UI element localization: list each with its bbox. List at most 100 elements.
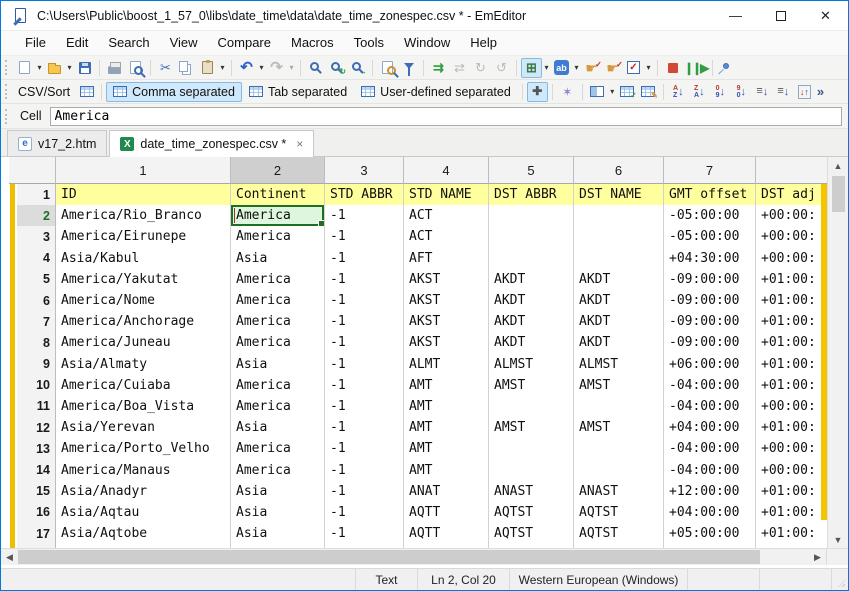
paste-dropdown[interactable]: ▾ <box>218 63 227 72</box>
grid-cell[interactable]: -1 <box>325 354 404 375</box>
grid-cell[interactable] <box>574 205 664 226</box>
toolbar-grip[interactable] <box>5 60 10 75</box>
grid-cell[interactable] <box>574 459 664 480</box>
grid-header-cell[interactable]: ID <box>56 184 231 205</box>
grid-cell[interactable]: AMT <box>404 375 489 396</box>
status-mode[interactable]: Text <box>355 569 417 590</box>
row-number[interactable]: 9 <box>17 354 56 375</box>
grid-cell[interactable]: AMST <box>574 375 664 396</box>
grid-cell[interactable]: Asia <box>231 354 325 375</box>
grid-cell[interactable]: +01:00: <box>756 354 830 375</box>
grid-cell[interactable]: America <box>231 459 325 480</box>
grid-cell[interactable] <box>489 438 574 459</box>
vertical-scrollbar[interactable]: ▲ ▼ <box>827 157 848 548</box>
grid-cell[interactable]: -1 <box>325 544 404 548</box>
column-header-4[interactable]: 4 <box>404 157 489 184</box>
find-next-button[interactable]: → <box>347 58 368 78</box>
scroll-right-arrow[interactable]: ▶ <box>809 549 826 565</box>
row-number[interactable]: 7 <box>17 311 56 332</box>
save-button[interactable] <box>74 58 95 78</box>
menu-window[interactable]: Window <box>394 31 460 55</box>
open-file-dropdown[interactable]: ▾ <box>65 63 74 72</box>
grid-cell[interactable]: -05:00:00 <box>664 226 756 247</box>
cut-button[interactable]: ✂ <box>155 58 176 78</box>
grid-cell[interactable]: ANAT <box>404 481 489 502</box>
vertical-scroll-thumb[interactable] <box>832 176 845 212</box>
grid-cell[interactable]: Asia/Almaty <box>56 354 231 375</box>
grid-cell[interactable]: Asia <box>231 523 325 544</box>
column-header-7[interactable]: 7 <box>664 157 756 184</box>
grid-cell[interactable]: AKDT <box>489 290 574 311</box>
sort-ascending-number-button[interactable]: 09↓ <box>710 82 731 102</box>
column-header-2[interactable]: 2 <box>231 157 325 184</box>
encoding-button[interactable]: ab <box>551 58 572 78</box>
grid-cell[interactable]: AKDT <box>574 311 664 332</box>
grid-corner-cell[interactable] <box>9 157 56 184</box>
grid-cell[interactable]: ACT <box>404 226 489 247</box>
outline-toggle-button[interactable]: ⊞ <box>521 58 542 78</box>
tab-close-icon[interactable]: × <box>296 137 303 151</box>
row-number[interactable]: 10 <box>17 375 56 396</box>
grid-cell[interactable]: America/Nome <box>56 290 231 311</box>
grid-cell[interactable]: -1 <box>325 417 404 438</box>
grid-cell[interactable]: Asia <box>231 417 325 438</box>
column-header-5[interactable]: 5 <box>489 157 574 184</box>
grid-cell[interactable]: +01:00: <box>756 523 830 544</box>
grid-cell[interactable] <box>489 544 574 548</box>
grid-cell[interactable]: +00:00: <box>756 205 830 226</box>
grid-cell[interactable]: America <box>231 332 325 353</box>
grid-cell[interactable]: Asia/Aqtobe <box>56 523 231 544</box>
record-macro-button[interactable]: ☛ <box>581 58 602 78</box>
grid-cell[interactable] <box>574 396 664 417</box>
scroll-left-arrow[interactable]: ◀ <box>1 549 18 565</box>
grid-cell[interactable]: +01:00: <box>756 417 830 438</box>
menu-edit[interactable]: Edit <box>56 31 98 55</box>
row-number[interactable]: 14 <box>17 459 56 480</box>
grid-cell[interactable]: -1 <box>325 248 404 269</box>
grid-header-cell[interactable]: STD NAME <box>404 184 489 205</box>
grid-cell[interactable] <box>574 226 664 247</box>
grid-cell[interactable]: +00:00: <box>756 226 830 247</box>
open-file-button[interactable] <box>44 58 65 78</box>
grid-cell[interactable]: -04:00:00 <box>664 375 756 396</box>
grid-cell[interactable]: AKDT <box>489 311 574 332</box>
user-defined-separated-button[interactable]: User-defined separated <box>354 82 518 102</box>
grid-cell[interactable]: America/Yakutat <box>56 269 231 290</box>
menu-tools[interactable]: Tools <box>344 31 394 55</box>
horizontal-scrollbar[interactable]: ◀ ▶ <box>1 548 848 565</box>
grid-cell[interactable]: +12:00:00 <box>664 481 756 502</box>
grid-cell[interactable]: America <box>231 226 325 247</box>
tab-separated-button[interactable]: Tab separated <box>242 82 354 102</box>
sort-za-button[interactable]: ZA↓ <box>689 82 710 102</box>
manage-columns-dropdown[interactable]: ▾ <box>608 87 617 96</box>
csv-toolbar-grip[interactable] <box>5 84 10 99</box>
row-number[interactable]: 17 <box>17 523 56 544</box>
grid-cell[interactable]: +01:00: <box>756 332 830 353</box>
grid-cell[interactable]: Asia <box>231 502 325 523</box>
grid-cell[interactable] <box>574 248 664 269</box>
copy-button[interactable] <box>176 58 197 78</box>
grid-header-cell[interactable]: GMT offset <box>664 184 756 205</box>
scroll-up-arrow[interactable]: ▲ <box>828 157 848 174</box>
grid-cell[interactable]: America <box>231 438 325 459</box>
grid-cell[interactable]: +00:00: <box>756 396 830 417</box>
grid-header-cell[interactable]: DST ABBR <box>489 184 574 205</box>
grid-cell[interactable]: -1 <box>325 438 404 459</box>
grid-cell[interactable]: America <box>231 311 325 332</box>
grid-cell[interactable]: America/Eirunepe <box>56 226 231 247</box>
cell-bar-grip[interactable] <box>5 109 10 124</box>
grid-cell[interactable]: America/Juneau <box>56 332 231 353</box>
redo-dropdown[interactable]: ▾ <box>287 63 296 72</box>
grid-cell[interactable]: +04:00:00 <box>664 502 756 523</box>
compare-button[interactable]: ⇉ <box>428 58 449 78</box>
tab-v17-2-htm[interactable]: e v17_2.htm <box>7 130 107 156</box>
grid-cell[interactable]: -1 <box>325 481 404 502</box>
menu-help[interactable]: Help <box>460 31 507 55</box>
outline-dropdown[interactable]: ▾ <box>542 63 551 72</box>
grid-cell[interactable]: +04:30:00 <box>664 248 756 269</box>
grid-cell[interactable]: -04:00:00 <box>664 438 756 459</box>
grid-cell[interactable]: AKDT <box>489 269 574 290</box>
csv-mode-button[interactable] <box>76 82 97 102</box>
menu-view[interactable]: View <box>160 31 208 55</box>
grid-cell[interactable]: America <box>231 290 325 311</box>
